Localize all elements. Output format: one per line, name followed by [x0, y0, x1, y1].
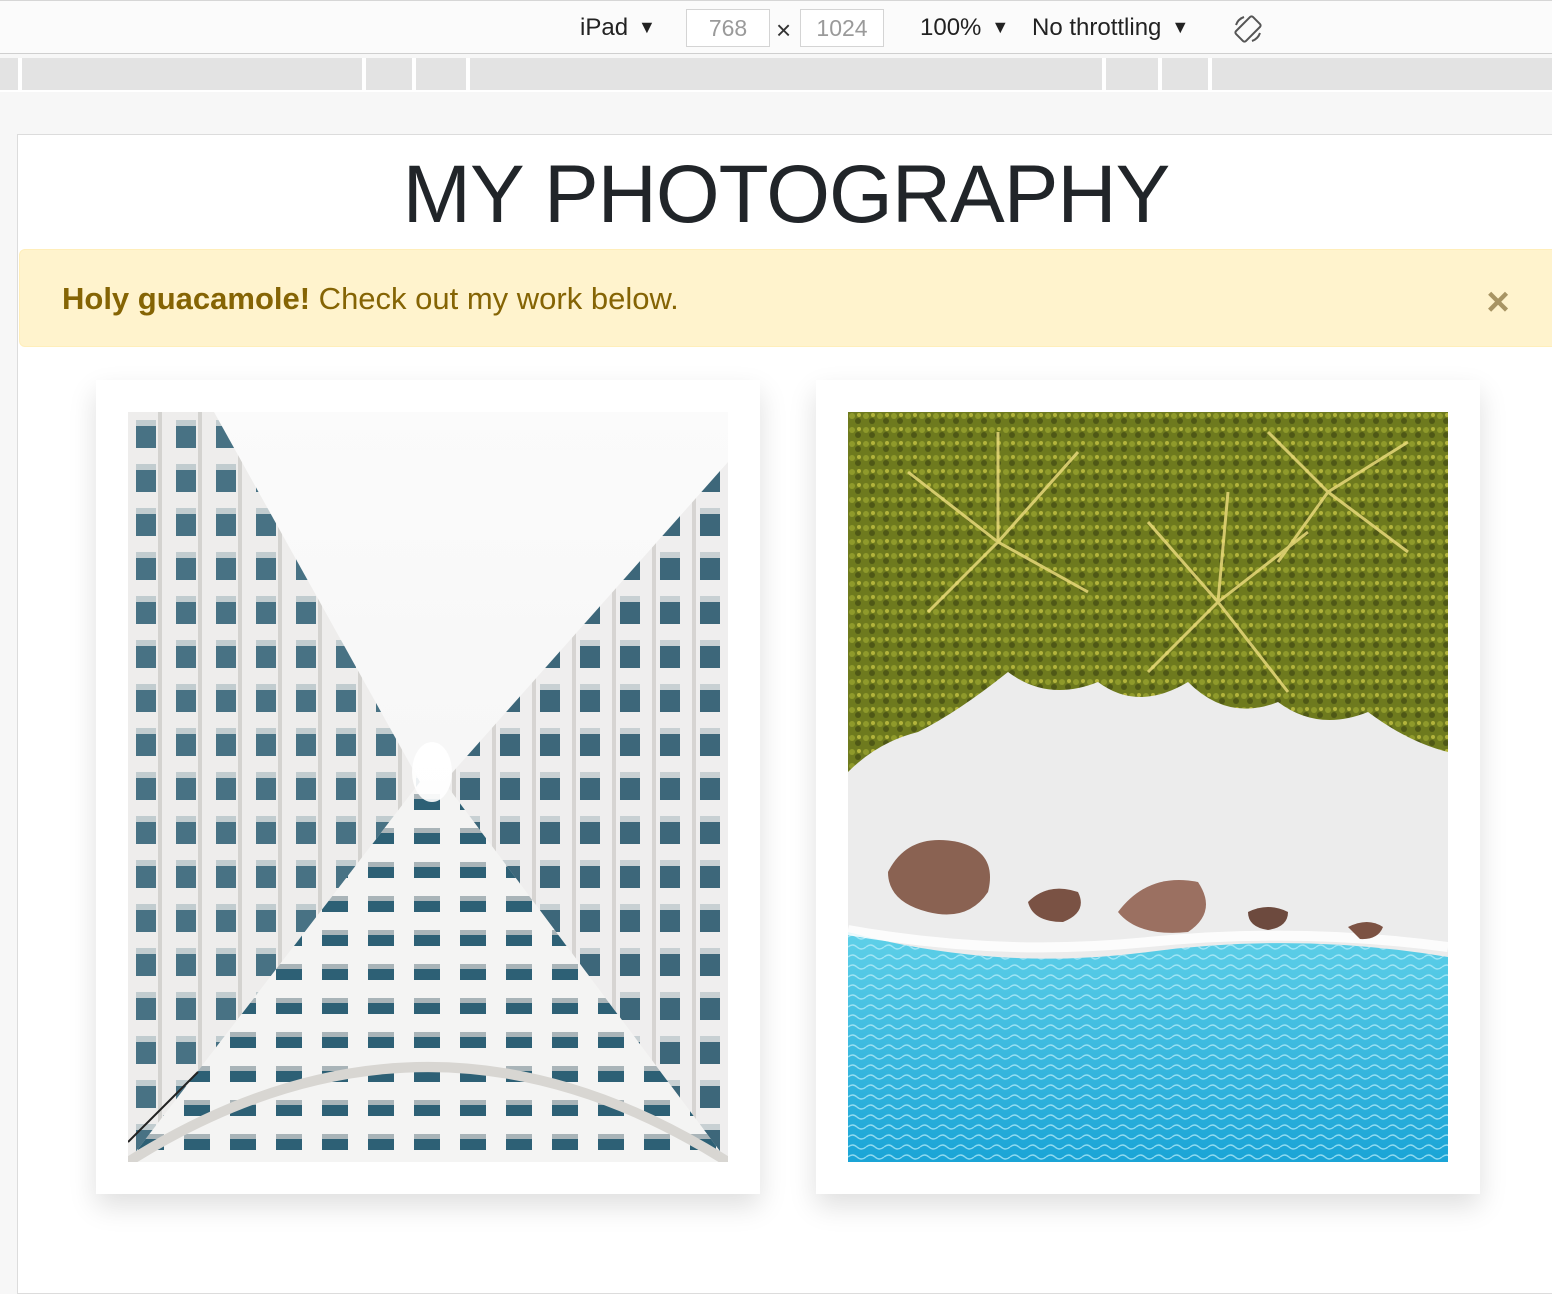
alert-message: Holy guacamole! Check out my work below. [62, 280, 679, 318]
warning-alert: Holy guacamole! Check out my work below.… [19, 249, 1552, 347]
media-query-segment[interactable] [470, 58, 1102, 90]
caret-down-icon: ▼ [638, 17, 656, 37]
photo-card [816, 380, 1480, 1194]
media-query-segment[interactable] [1162, 58, 1208, 90]
width-input[interactable]: 768 [686, 9, 770, 47]
device-select-label: iPad [580, 14, 629, 41]
media-query-segment[interactable] [1212, 58, 1552, 90]
alert-body-text: Check out my work below. [310, 281, 679, 316]
media-query-segment[interactable] [22, 58, 362, 90]
photo-card [96, 380, 760, 1194]
architecture-photo[interactable] [128, 412, 728, 1162]
media-query-segment[interactable] [0, 58, 18, 90]
device-select[interactable]: iPad ▼ [580, 13, 656, 44]
media-query-segment[interactable] [366, 58, 412, 90]
close-icon[interactable]: × [1478, 282, 1518, 322]
media-query-segment[interactable] [1106, 58, 1158, 90]
device-toolbar: iPad ▼ 768 × 1024 100% ▼ No throttling ▼ [0, 0, 1552, 54]
throttling-select-label: No throttling [1032, 14, 1162, 41]
media-query-segment[interactable] [416, 58, 466, 90]
rotate-icon[interactable] [1232, 13, 1264, 45]
throttling-select[interactable]: No throttling ▼ [1032, 13, 1189, 44]
zoom-select[interactable]: 100% ▼ [920, 13, 1009, 44]
zoom-select-label: 100% [920, 14, 982, 41]
alert-strong-text: Holy guacamole! [62, 281, 311, 316]
architecture-image [128, 412, 728, 1162]
media-query-bar[interactable] [0, 58, 1552, 92]
height-input[interactable]: 1024 [800, 9, 884, 47]
dimension-separator: × [776, 15, 792, 45]
page-viewport: MY PHOTOGRAPHY Holy guacamole! Check out… [17, 134, 1552, 1294]
beach-image [848, 412, 1448, 1162]
beach-photo[interactable] [848, 412, 1448, 1162]
page-title: MY PHOTOGRAPHY [402, 149, 1171, 240]
caret-down-icon: ▼ [991, 17, 1010, 37]
caret-down-icon: ▼ [1171, 17, 1190, 37]
